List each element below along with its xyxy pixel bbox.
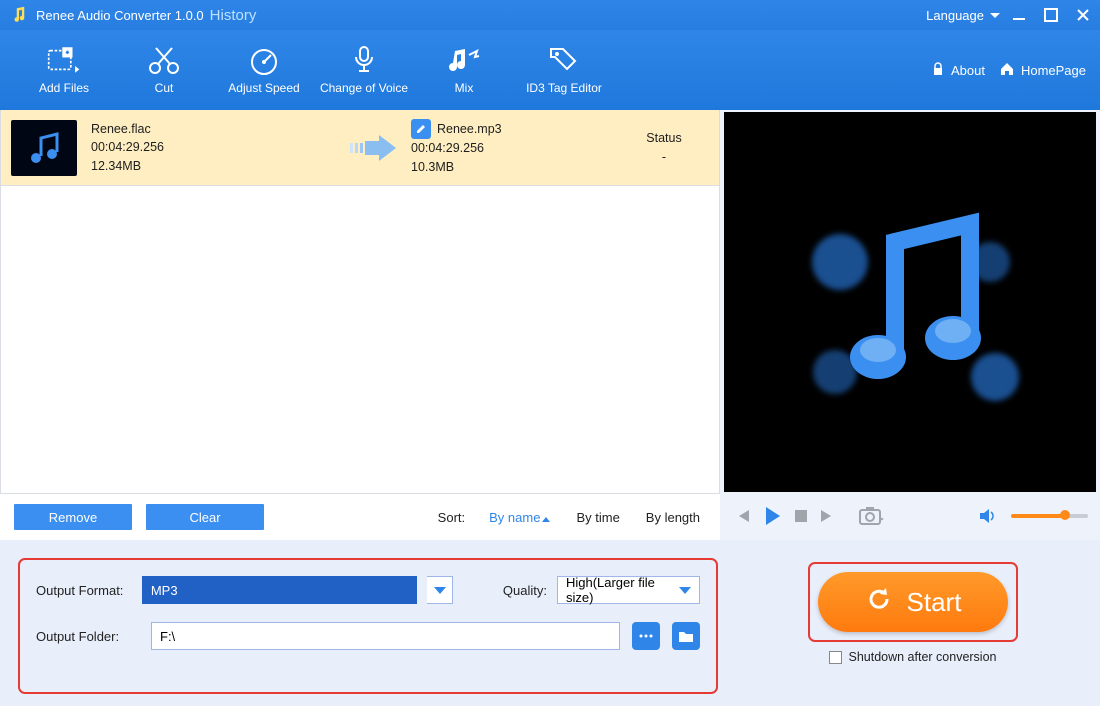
homepage-link[interactable]: HomePage — [999, 62, 1086, 79]
source-name: Renee.flac — [91, 120, 341, 138]
shutdown-label: Shutdown after conversion — [848, 650, 996, 664]
titlebar: Renee Audio Converter 1.0.0 History Lang… — [0, 0, 1100, 30]
volume-icon[interactable] — [977, 506, 997, 526]
home-icon — [999, 62, 1015, 79]
gauge-icon — [247, 45, 281, 75]
adjust-speed-label: Adjust Speed — [228, 81, 299, 95]
destination-info: Renee.mp3 00:04:29.256 10.3MB — [411, 119, 502, 175]
play-button[interactable] — [760, 504, 784, 528]
cut-label: Cut — [155, 81, 174, 95]
output-format-value: MP3 — [151, 583, 178, 598]
arrow-icon — [341, 133, 411, 163]
volume-slider[interactable] — [1011, 514, 1088, 518]
cut-button[interactable]: Cut — [114, 45, 214, 95]
tag-icon — [547, 45, 581, 75]
chevron-down-icon — [434, 587, 446, 594]
language-button[interactable]: Language — [926, 8, 1000, 23]
status-header: Status — [619, 129, 709, 147]
sort-by-time[interactable]: By time — [576, 510, 619, 525]
homepage-label: HomePage — [1021, 63, 1086, 78]
destination-duration: 00:04:29.256 — [411, 139, 502, 157]
clear-button[interactable]: Clear — [146, 504, 264, 530]
file-list-empty-area — [0, 186, 720, 494]
app-title: Renee Audio Converter 1.0.0 — [36, 8, 204, 23]
output-format-field[interactable]: MP3 — [142, 576, 417, 604]
source-duration: 00:04:29.256 — [91, 138, 341, 156]
language-label: Language — [926, 8, 984, 23]
shutdown-checkbox[interactable] — [829, 651, 842, 664]
app-logo-icon — [10, 6, 28, 24]
output-settings-box: Output Format: MP3 Quality: High(Larger … — [18, 558, 718, 694]
destination-name: Renee.mp3 — [437, 120, 502, 138]
quality-value: High(Larger file size) — [566, 575, 679, 605]
minimize-button[interactable] — [1012, 8, 1026, 22]
output-format-dropdown[interactable] — [427, 576, 453, 604]
open-folder-button[interactable] — [672, 622, 700, 650]
source-size: 12.34MB — [91, 157, 341, 175]
chevron-down-icon — [679, 587, 691, 594]
change-voice-label: Change of Voice — [320, 81, 408, 95]
file-thumbnail — [11, 120, 77, 176]
maximize-button[interactable] — [1044, 8, 1058, 22]
sort-asc-icon — [542, 517, 550, 522]
quality-label: Quality: — [503, 583, 547, 598]
scissors-icon — [147, 45, 181, 75]
mix-label: Mix — [455, 81, 474, 95]
start-highlight-box: Start — [808, 562, 1018, 642]
shutdown-checkbox-row[interactable]: Shutdown after conversion — [829, 650, 996, 664]
next-button[interactable] — [818, 506, 838, 526]
close-button[interactable] — [1076, 8, 1090, 22]
stop-button[interactable] — [792, 507, 810, 525]
status-value: - — [619, 148, 709, 166]
about-label: About — [951, 63, 985, 78]
list-controls: Remove Clear Sort: By name By time By le… — [0, 494, 720, 540]
start-button[interactable]: Start — [818, 572, 1008, 632]
main-toolbar: Add Files Cut Adjust Speed Change of Voi… — [0, 30, 1100, 110]
prev-button[interactable] — [732, 506, 752, 526]
file-row[interactable]: Renee.flac 00:04:29.256 12.34MB Renee.mp… — [0, 110, 720, 186]
adjust-speed-button[interactable]: Adjust Speed — [214, 45, 314, 95]
source-info: Renee.flac 00:04:29.256 12.34MB — [91, 120, 341, 174]
about-link[interactable]: About — [931, 62, 985, 79]
change-voice-button[interactable]: Change of Voice — [314, 45, 414, 95]
main-area: Renee.flac 00:04:29.256 12.34MB Renee.mp… — [0, 110, 1100, 540]
destination-size: 10.3MB — [411, 158, 502, 176]
history-link[interactable]: History — [210, 7, 257, 24]
sort-label: Sort: — [438, 510, 465, 525]
add-files-label: Add Files — [39, 81, 89, 95]
preview-pane — [720, 110, 1100, 540]
refresh-icon — [865, 585, 893, 620]
mix-icon — [447, 45, 481, 75]
bottom-panel: Output Format: MP3 Quality: High(Larger … — [0, 540, 1100, 706]
output-folder-label: Output Folder: — [36, 629, 141, 644]
id3-label: ID3 Tag Editor — [526, 81, 602, 95]
sort-by-name[interactable]: By name — [489, 510, 550, 525]
add-files-icon — [47, 45, 81, 75]
chevron-down-icon — [990, 13, 1000, 18]
add-files-button[interactable]: Add Files — [14, 45, 114, 95]
remove-button[interactable]: Remove — [14, 504, 132, 530]
start-label: Start — [907, 587, 962, 618]
file-list-pane: Renee.flac 00:04:29.256 12.34MB Renee.mp… — [0, 110, 720, 540]
output-folder-input[interactable] — [151, 622, 620, 650]
sort-by-length[interactable]: By length — [646, 510, 700, 525]
edit-icon[interactable] — [411, 119, 431, 139]
lock-icon — [931, 62, 945, 79]
preview-area — [724, 112, 1096, 492]
id3-editor-button[interactable]: ID3 Tag Editor — [514, 45, 614, 95]
quality-dropdown[interactable]: High(Larger file size) — [557, 576, 700, 604]
start-area: Start Shutdown after conversion — [808, 558, 1018, 694]
status-column: Status - — [619, 129, 709, 165]
microphone-icon — [347, 45, 381, 75]
browse-button[interactable] — [632, 622, 660, 650]
player-controls — [724, 494, 1096, 538]
snapshot-button[interactable] — [858, 505, 884, 527]
window-controls — [1012, 8, 1090, 22]
output-format-label: Output Format: — [36, 583, 132, 598]
mix-button[interactable]: Mix — [414, 45, 514, 95]
